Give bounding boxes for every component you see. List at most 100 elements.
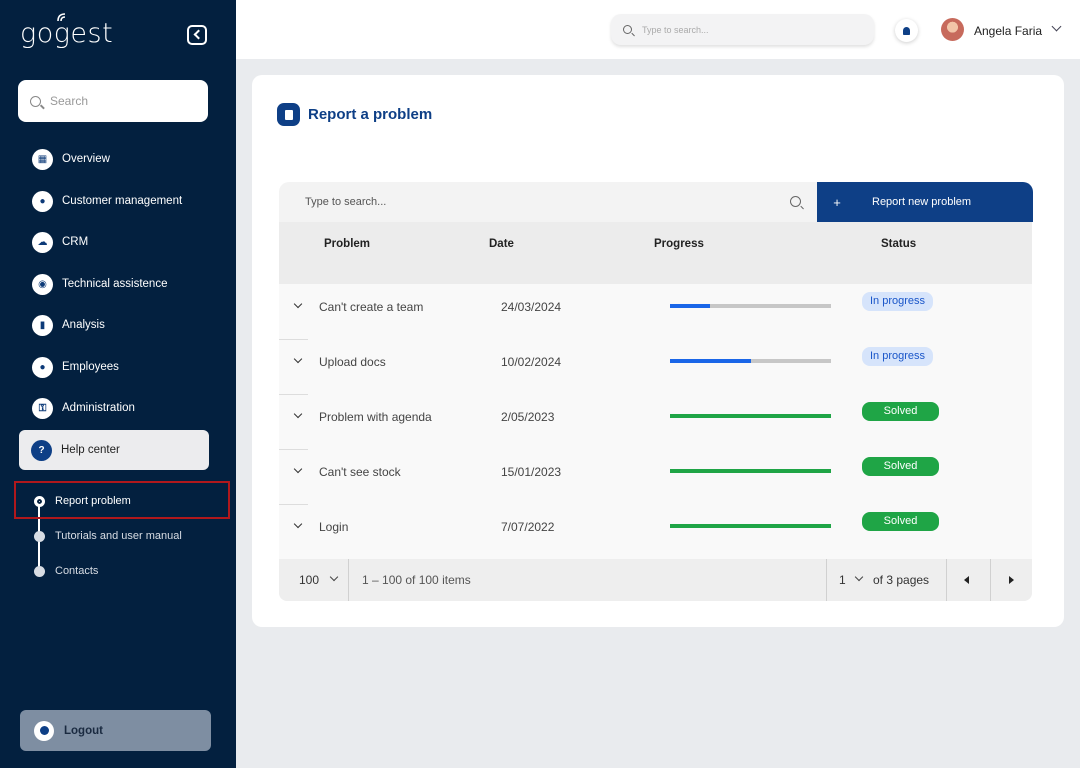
progress-fill	[670, 414, 831, 418]
avatar[interactable]	[941, 18, 964, 41]
sidebar-item-help-center[interactable]: ? Help center	[19, 430, 209, 470]
problem-cell: Problem with agenda	[319, 410, 432, 424]
page-title: Report a problem	[308, 106, 433, 123]
divider	[990, 559, 991, 601]
divider	[946, 559, 947, 601]
chart-icon: ▮	[32, 314, 53, 336]
progress-bar	[670, 414, 831, 418]
status-badge: In progress	[862, 347, 934, 366]
progress-fill	[670, 304, 711, 308]
row-divider	[279, 339, 308, 340]
chevron-down-icon[interactable]	[1051, 21, 1062, 32]
date-cell: 15/01/2023	[501, 465, 562, 479]
status-badge: Solved	[862, 512, 939, 531]
date-cell: 24/03/2024	[501, 300, 562, 314]
date-cell: 2/05/2023	[501, 410, 555, 424]
next-page-icon[interactable]	[1009, 576, 1014, 584]
sidebar-item-analysis[interactable]: ▮ Analysis	[20, 307, 210, 343]
user-name[interactable]: Angela Faria	[974, 24, 1042, 38]
notifications-bell-icon[interactable]	[895, 19, 918, 42]
sidebar-item-customer-management[interactable]: ● Customer management	[20, 183, 210, 219]
selection-highlight	[14, 481, 230, 519]
problem-cell: Upload docs	[319, 355, 386, 369]
chevron-down-icon[interactable]	[329, 572, 339, 582]
progress-bar	[670, 304, 831, 308]
table-row[interactable]: Upload docs 10/02/2024 In progress	[279, 339, 1032, 394]
items-range: 1 – 100 of 100 items	[362, 573, 471, 587]
expand-row-chevron-icon[interactable]	[293, 354, 303, 364]
grid-icon: ▦	[32, 148, 53, 170]
column-header-progress[interactable]: Progress	[654, 238, 704, 250]
sidebar-item-crm[interactable]: ☁ CRM	[20, 224, 210, 260]
pagination-bar: 100 1 – 100 of 100 items 1 of 3 pages	[279, 559, 1032, 601]
submenu-dot	[34, 530, 45, 542]
report-new-problem-button[interactable]: + Report new problem	[817, 182, 1033, 222]
table-search-input[interactable]: Type to search...	[279, 182, 817, 222]
app-logo[interactable]: gogest	[20, 13, 113, 49]
problem-cell: Login	[319, 520, 349, 534]
sidebar-item-overview[interactable]: ▦ Overview	[20, 141, 210, 177]
sidebar-item-employees[interactable]: ● Employees	[20, 349, 210, 385]
submenu-item-tutorials[interactable]: Tutorials and user manual	[34, 530, 182, 542]
row-divider	[279, 449, 308, 450]
power-icon	[34, 720, 54, 741]
sidebar: gogest Search ▦ Overview ● Customer mana…	[0, 0, 236, 768]
group-icon: ●	[32, 356, 53, 378]
expand-row-chevron-icon[interactable]	[293, 409, 303, 419]
page-header: Report a problem	[277, 103, 432, 126]
progress-fill	[670, 524, 831, 528]
date-cell: 10/02/2024	[501, 355, 562, 369]
table-row[interactable]: Can't see stock 15/01/2023 Solved	[279, 449, 1032, 504]
sidebar-item-technical-assistence[interactable]: ◉ Technical assistence	[20, 266, 210, 302]
problem-cell: Can't create a team	[319, 300, 424, 314]
table-row[interactable]: Problem with agenda 2/05/2023 Solved	[279, 394, 1032, 449]
progress-bar	[670, 524, 831, 528]
divider	[826, 559, 827, 601]
submenu-item-contacts[interactable]: Contacts	[34, 565, 98, 577]
row-divider	[279, 504, 308, 505]
expand-row-chevron-icon[interactable]	[293, 299, 303, 309]
submenu-dot	[34, 565, 45, 577]
page-select[interactable]: 1	[839, 573, 846, 587]
plus-icon: +	[833, 194, 841, 210]
sidebar-search-input[interactable]: Search	[18, 80, 208, 122]
document-icon	[277, 103, 300, 126]
search-icon[interactable]	[790, 196, 801, 207]
column-header-problem[interactable]: Problem	[324, 238, 370, 250]
table-row[interactable]: Can't create a team 24/03/2024 In progress	[279, 284, 1032, 339]
table-row[interactable]: Login 7/07/2022 Solved	[279, 504, 1032, 559]
progress-fill	[670, 469, 831, 473]
prev-page-icon[interactable]	[964, 576, 969, 584]
expand-row-chevron-icon[interactable]	[293, 519, 303, 529]
search-icon	[623, 25, 632, 34]
total-pages: of 3 pages	[873, 573, 930, 587]
wifi-icon	[57, 13, 66, 22]
table-header: Problem Date Progress Status	[279, 222, 1032, 284]
progress-fill	[670, 359, 751, 363]
chevron-down-icon[interactable]	[854, 572, 864, 582]
headset-icon: ◉	[32, 273, 53, 295]
collapse-sidebar-button[interactable]	[187, 25, 207, 45]
row-divider	[279, 394, 308, 395]
sidebar-item-administration[interactable]: ⚿ Administration	[20, 390, 210, 426]
topbar: Type to search... Angela Faria	[236, 0, 1080, 59]
search-icon	[30, 95, 41, 107]
progress-bar	[670, 359, 831, 363]
logout-button[interactable]: Logout	[20, 710, 211, 751]
progress-bar	[670, 469, 831, 473]
divider	[348, 559, 349, 601]
cloud-icon: ☁	[32, 231, 53, 253]
expand-row-chevron-icon[interactable]	[293, 464, 303, 474]
problem-cell: Can't see stock	[319, 465, 401, 479]
date-cell: 7/07/2022	[501, 520, 555, 534]
key-icon: ⚿	[32, 397, 53, 419]
global-search-input[interactable]: Type to search...	[611, 14, 874, 45]
question-icon: ?	[31, 439, 52, 461]
column-header-status[interactable]: Status	[881, 238, 916, 250]
status-badge: Solved	[862, 457, 939, 476]
status-badge: In progress	[862, 292, 934, 311]
user-icon: ●	[32, 190, 53, 212]
column-header-date[interactable]: Date	[489, 238, 514, 250]
status-badge: Solved	[862, 402, 939, 421]
page-size-select[interactable]: 100	[299, 573, 319, 587]
